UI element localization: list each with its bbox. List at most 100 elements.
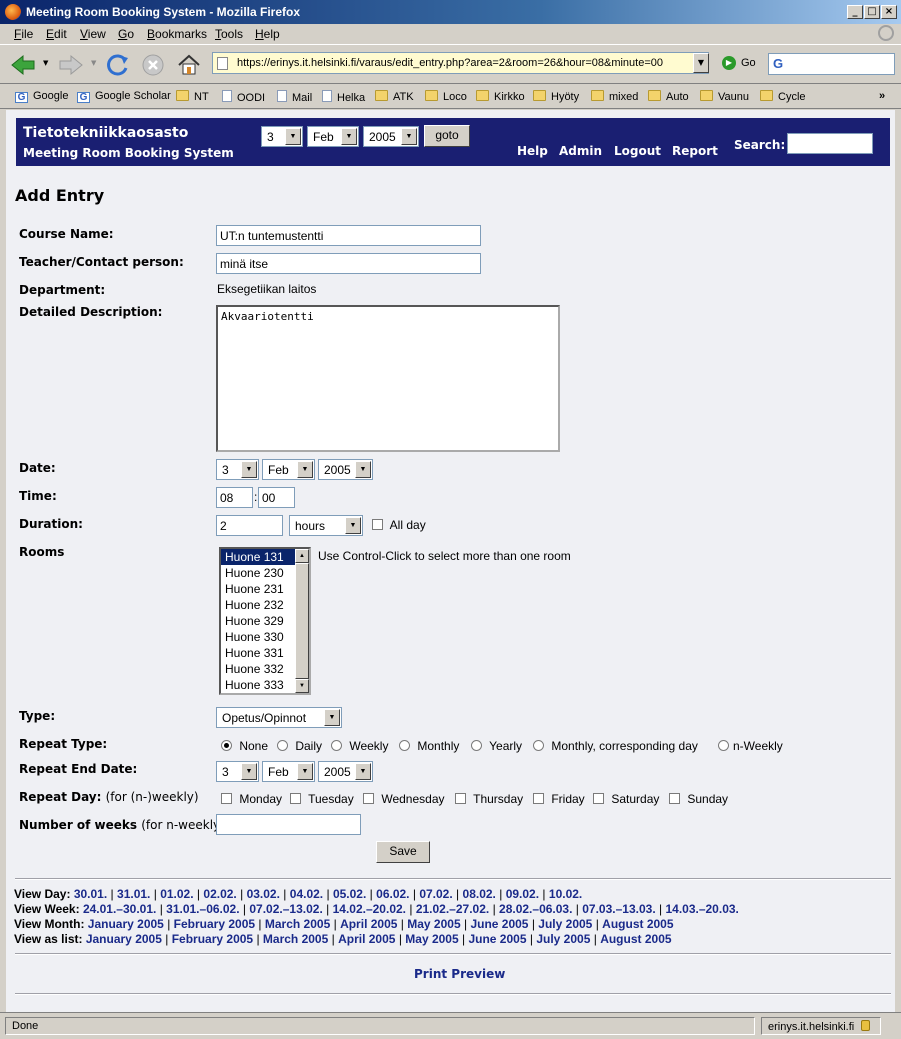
menu-view[interactable]: View: [80, 27, 106, 41]
view-week-link[interactable]: 14.02.–20.02.: [333, 902, 406, 916]
view-list-link[interactable]: January 2005: [86, 932, 162, 946]
rooms-scrollbar[interactable]: ▲ ▼: [295, 549, 309, 693]
room-option[interactable]: Huone 232: [221, 597, 295, 613]
view-day-link[interactable]: 02.02.: [203, 887, 236, 901]
save-button[interactable]: Save: [376, 841, 430, 863]
checkbox-icon[interactable]: [593, 793, 604, 804]
logout-link[interactable]: Logout: [614, 144, 661, 158]
weekday-tuesday[interactable]: Tuesday: [290, 792, 354, 806]
allday-checkbox[interactable]: All day: [372, 518, 426, 532]
view-day-link[interactable]: 04.02.: [290, 887, 323, 901]
help-link[interactable]: Help: [517, 144, 548, 158]
scroll-thumb[interactable]: [295, 563, 309, 679]
menu-help[interactable]: Help: [255, 27, 280, 41]
close-button[interactable]: ×: [881, 5, 897, 19]
view-day-link[interactable]: 31.01.: [117, 887, 150, 901]
view-day-link[interactable]: 10.02.: [549, 887, 582, 901]
num-weeks-input[interactable]: [216, 814, 361, 835]
teacher-input[interactable]: minä itse: [216, 253, 481, 274]
repeat-daily-radio[interactable]: Daily: [277, 739, 322, 753]
room-option[interactable]: Huone 131: [221, 549, 295, 565]
radio-icon[interactable]: [533, 740, 544, 751]
repeat-none-radio[interactable]: None: [221, 739, 268, 753]
bookmark-auto[interactable]: Auto: [648, 90, 689, 103]
repeat-end-day-select[interactable]: 3 ▼: [216, 761, 259, 782]
banner-day-select[interactable]: 3 ▼: [261, 126, 303, 147]
forward-dropdown-icon[interactable]: ▼: [91, 59, 96, 67]
view-day-link[interactable]: 03.02.: [247, 887, 280, 901]
view-day-link[interactable]: 06.02.: [376, 887, 409, 901]
weekday-thursday[interactable]: Thursday: [455, 792, 523, 806]
weekday-wednesday[interactable]: Wednesday: [363, 792, 445, 806]
menu-tools[interactable]: Tools: [215, 27, 243, 41]
back-arrow-icon[interactable]: [10, 53, 36, 77]
room-option[interactable]: Huone 331: [221, 645, 295, 661]
radio-icon[interactable]: [277, 740, 288, 751]
google-icon[interactable]: G: [773, 56, 783, 71]
room-option[interactable]: Huone 230: [221, 565, 295, 581]
room-option[interactable]: Huone 231: [221, 581, 295, 597]
view-day-link[interactable]: 05.02.: [333, 887, 366, 901]
repeat-monthly-radio[interactable]: Monthly: [399, 739, 459, 753]
bookmark-google-scholar[interactable]: G Google Scholar: [77, 90, 171, 103]
room-option[interactable]: Huone 333: [221, 677, 295, 693]
view-day-link[interactable]: 30.01.: [74, 887, 107, 901]
forward-arrow-icon[interactable]: [58, 53, 84, 77]
checkbox-icon[interactable]: [221, 793, 232, 804]
bookmark-nt[interactable]: NT: [176, 90, 209, 103]
radio-icon[interactable]: [399, 740, 410, 751]
search-engine-box[interactable]: G: [768, 53, 895, 75]
bookmark-mail[interactable]: Mail: [277, 90, 312, 104]
back-dropdown-icon[interactable]: ▼: [43, 59, 48, 67]
view-week-link[interactable]: 14.03.–20.03.: [665, 902, 738, 916]
checkbox-icon[interactable]: [363, 793, 374, 804]
bookmarks-overflow-icon[interactable]: »: [879, 90, 885, 102]
go-button[interactable]: ▶ Go: [722, 56, 756, 70]
bookmark-helka[interactable]: Helka: [322, 90, 365, 104]
view-month-link[interactable]: February 2005: [174, 917, 255, 931]
view-list-link[interactable]: March 2005: [263, 932, 328, 946]
banner-month-select[interactable]: Feb ▼: [307, 126, 359, 147]
weekday-sunday[interactable]: Sunday: [669, 792, 728, 806]
menu-file[interactable]: File: [14, 27, 33, 41]
view-week-link[interactable]: 21.02.–27.02.: [416, 902, 489, 916]
time-minute-input[interactable]: 00: [258, 487, 295, 508]
date-year-select[interactable]: 2005 ▼: [318, 459, 373, 480]
repeat-nweekly-radio[interactable]: n-Weekly: [718, 739, 783, 753]
room-option[interactable]: Huone 329: [221, 613, 295, 629]
view-month-link[interactable]: January 2005: [88, 917, 164, 931]
radio-icon[interactable]: [471, 740, 482, 751]
reload-icon[interactable]: [105, 53, 131, 77]
view-month-link[interactable]: May 2005: [407, 917, 460, 931]
repeat-end-year-select[interactable]: 2005 ▼: [318, 761, 373, 782]
duration-unit-select[interactable]: hours ▼: [289, 515, 363, 536]
checkbox-icon[interactable]: [372, 519, 383, 530]
date-month-select[interactable]: Feb ▼: [262, 459, 315, 480]
room-option[interactable]: Huone 330: [221, 629, 295, 645]
view-list-link[interactable]: July 2005: [536, 932, 590, 946]
print-preview-link[interactable]: Print Preview: [414, 967, 505, 981]
url-dropdown-button[interactable]: ▼: [693, 53, 709, 73]
menu-bookmarks[interactable]: Bookmarks: [147, 27, 207, 41]
url-text[interactable]: https://erinys.it.helsinki.fi/varaus/edi…: [237, 57, 663, 69]
course-name-input[interactable]: UT:n tuntemustentti: [216, 225, 481, 246]
duration-input[interactable]: 2: [216, 515, 283, 536]
checkbox-icon[interactable]: [455, 793, 466, 804]
bookmark-google[interactable]: G Google: [15, 90, 68, 103]
bookmark-hyoty[interactable]: Hyöty: [533, 90, 579, 103]
repeat-end-month-select[interactable]: Feb ▼: [262, 761, 315, 782]
view-day-link[interactable]: 09.02.: [506, 887, 539, 901]
bookmark-cycle[interactable]: Cycle: [760, 90, 806, 103]
weekday-monday[interactable]: Monday: [221, 792, 282, 806]
view-month-link[interactable]: June 2005: [470, 917, 528, 931]
home-icon[interactable]: [176, 53, 202, 77]
checkbox-icon[interactable]: [669, 793, 680, 804]
radio-icon[interactable]: [221, 740, 232, 751]
minimize-button[interactable]: _: [847, 5, 863, 19]
bookmark-loco[interactable]: Loco: [425, 90, 467, 103]
stop-icon[interactable]: [140, 53, 166, 77]
view-list-link[interactable]: February 2005: [172, 932, 253, 946]
view-list-link[interactable]: May 2005: [405, 932, 458, 946]
repeat-monthly-corresponding-radio[interactable]: Monthly, corresponding day: [533, 739, 698, 753]
banner-year-select[interactable]: 2005 ▼: [363, 126, 419, 147]
